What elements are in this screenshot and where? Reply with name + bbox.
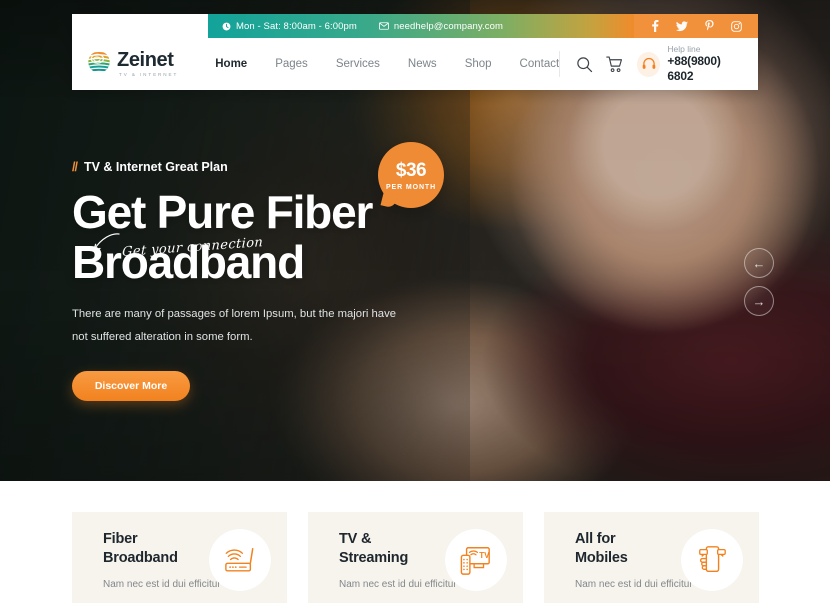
header-actions: Help line +88(9800) 6802 — [559, 44, 758, 85]
brand-tagline: TV & INTERNET — [119, 72, 179, 78]
shopping-cart-icon[interactable] — [606, 55, 624, 73]
feature-card-tv-streaming[interactable]: TV & Streaming Nam nec est id dui effici… — [308, 512, 523, 603]
price-period: PER MONTH — [385, 183, 437, 191]
help-number: +88(9800) 6802 — [667, 54, 721, 84]
site-header: Mon - Sat: 8:00am - 6:00pm needhelp@comp… — [72, 14, 758, 90]
envelope-icon — [378, 22, 389, 30]
features-section: Fiber Broadband Nam nec est id dui effic… — [0, 481, 830, 603]
nav-item-pages[interactable]: Pages — [275, 58, 308, 70]
business-hours-text: Mon - Sat: 8:00am - 6:00pm — [236, 20, 357, 32]
svg-text:TV: TV — [479, 551, 490, 560]
top-bar-info: Mon - Sat: 8:00am - 6:00pm needhelp@comp… — [208, 14, 634, 38]
business-hours: Mon - Sat: 8:00am - 6:00pm — [222, 21, 357, 32]
hero-title: Get Pure Fiber Broadband — [72, 187, 492, 288]
top-bar: Mon - Sat: 8:00am - 6:00pm needhelp@comp… — [72, 14, 758, 38]
hero-eyebrow-slash: // — [72, 160, 78, 174]
carousel-next-button[interactable]: → — [744, 286, 774, 316]
price-amount: $36 — [395, 159, 427, 181]
feature-card-all-for-mobiles[interactable]: All for Mobiles Nam nec est id dui effic… — [544, 512, 759, 603]
carousel-prev-button[interactable]: ← — [744, 248, 774, 278]
main-nav: Home Pages Services News Shop Contact — [215, 58, 559, 70]
nav-item-contact[interactable]: Contact — [520, 58, 560, 70]
nav-item-services[interactable]: Services — [336, 58, 380, 70]
pinterest-icon[interactable] — [704, 20, 714, 32]
top-bar-logo-spacer — [72, 14, 208, 38]
instagram-icon[interactable] — [730, 20, 742, 32]
brand-logo[interactable]: Zeinet TV & INTERNET — [72, 49, 203, 80]
search-icon[interactable] — [576, 56, 593, 73]
price-badge: $36 PER MONTH — [378, 142, 444, 208]
globe-stripes-logo-icon — [86, 49, 112, 80]
social-links — [634, 14, 758, 38]
contact-email[interactable]: needhelp@company.com — [378, 20, 504, 32]
clock-icon — [222, 22, 231, 31]
nav-item-home[interactable]: Home — [215, 58, 247, 70]
facebook-icon[interactable] — [651, 20, 659, 32]
nav-row: Zeinet TV & INTERNET Home Pages Services… — [72, 38, 758, 90]
nav-item-news[interactable]: News — [408, 58, 437, 70]
nav-item-shop[interactable]: Shop — [465, 58, 492, 70]
twitter-icon[interactable] — [675, 20, 688, 32]
feature-card-fiber-broadband[interactable]: Fiber Broadband Nam nec est id dui effic… — [72, 512, 287, 603]
hero-title-line2: Broadband — [72, 235, 305, 288]
hand-mobile-icon — [681, 529, 743, 591]
discover-more-button[interactable]: Discover More — [72, 370, 190, 401]
tv-remote-icon: TV — [445, 529, 507, 591]
help-line[interactable]: Help line +88(9800) 6802 — [637, 44, 744, 85]
hero-eyebrow-text: TV & Internet Great Plan — [83, 160, 228, 174]
header-divider — [559, 51, 561, 77]
help-label: Help line — [667, 43, 701, 54]
wifi-router-icon — [209, 529, 271, 591]
feature-cards: Fiber Broadband Nam nec est id dui effic… — [72, 512, 759, 603]
hero-subtitle: There are many of passages of lorem Ipsu… — [72, 308, 397, 343]
contact-email-text: needhelp@company.com — [393, 20, 504, 32]
help-text: Help line +88(9800) 6802 — [667, 44, 744, 85]
brand-text: Zeinet TV & INTERNET — [117, 50, 178, 78]
brand-name: Zeinet — [117, 49, 174, 72]
carousel-nav: ← → — [744, 248, 774, 316]
headset-icon — [637, 51, 661, 77]
page-root: Mon - Sat: 8:00am - 6:00pm needhelp@comp… — [0, 0, 830, 603]
